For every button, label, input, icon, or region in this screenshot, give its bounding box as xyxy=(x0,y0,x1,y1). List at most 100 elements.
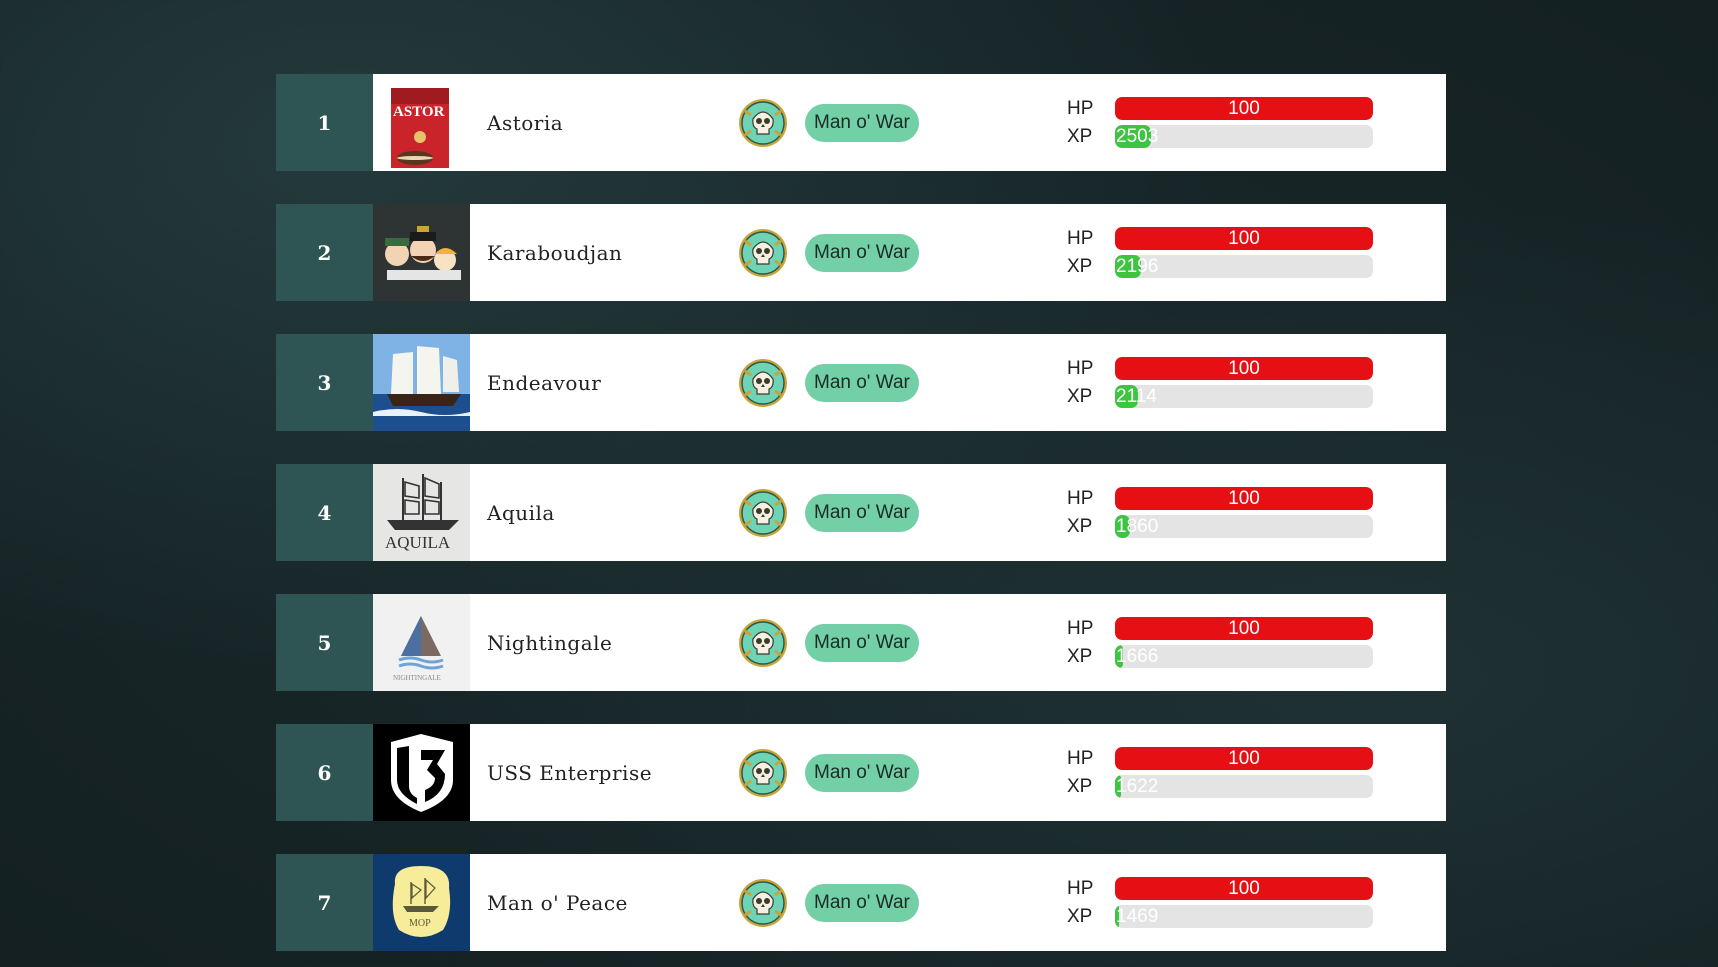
ship-class-badge: Man o' War xyxy=(805,493,919,532)
ship-class-badge: Man o' War xyxy=(805,883,919,922)
rank-number: 5 xyxy=(276,594,373,691)
ship-stats: HP 100 XP 2503 xyxy=(1067,74,1446,171)
svg-text:AQUILA: AQUILA xyxy=(385,533,451,552)
hp-value: 100 xyxy=(1228,747,1260,769)
hp-label: HP xyxy=(1067,877,1094,899)
ship-class: Man o' War xyxy=(737,724,1067,821)
ship-name: Aquila xyxy=(487,500,555,525)
hp-stat: HP 100 xyxy=(1067,875,1446,903)
hp-label: HP xyxy=(1067,617,1094,639)
ship-leaderboard: 1 ASTOR Astoria Man o' War HP 100 XP 250… xyxy=(276,74,1446,967)
ship-name: Karaboudjan xyxy=(487,240,623,265)
xp-value: 1860 xyxy=(1116,515,1159,537)
svg-text:MOP: MOP xyxy=(409,918,431,929)
xp-stat: XP 2503 xyxy=(1067,123,1446,151)
hp-bar: 100 xyxy=(1115,97,1373,120)
ship-name: USS Enterprise xyxy=(487,760,653,785)
hp-label: HP xyxy=(1067,97,1094,119)
xp-value: 2503 xyxy=(1116,125,1159,147)
ship-class: Man o' War xyxy=(737,74,1067,171)
ship-class: Man o' War xyxy=(737,204,1067,301)
xp-value: 1469 xyxy=(1116,905,1159,927)
ship-row[interactable]: 3 Endeavour Man o' War HP 100 XP 2114 xyxy=(276,334,1446,431)
ship-row[interactable]: 7 MOP Man o' Peace Man o' War HP 100 XP … xyxy=(276,854,1446,951)
ship-name: Endeavour xyxy=(487,370,602,395)
xp-bar: 1622 xyxy=(1115,775,1373,798)
hp-value: 100 xyxy=(1228,357,1260,379)
ship-stats: HP 100 XP 2114 xyxy=(1067,334,1446,431)
ship-class: Man o' War xyxy=(737,334,1067,431)
ship-stats: HP 100 XP 1469 xyxy=(1067,854,1446,951)
hp-stat: HP 100 xyxy=(1067,615,1446,643)
ship-row[interactable]: 2 Karaboudjan Man o' War HP 100 XP 2196 xyxy=(276,204,1446,301)
ship-class: Man o' War xyxy=(737,464,1067,561)
xp-label: XP xyxy=(1067,255,1093,277)
xp-bar: 1666 xyxy=(1115,645,1373,668)
xp-label: XP xyxy=(1067,905,1093,927)
hp-bar: 100 xyxy=(1115,487,1373,510)
xp-stat: XP 1469 xyxy=(1067,903,1446,931)
ship-name: Man o' Peace xyxy=(487,890,628,915)
hp-value: 100 xyxy=(1228,97,1260,119)
skull-emblem-icon xyxy=(737,747,789,799)
hp-value: 100 xyxy=(1228,617,1260,639)
ship-class-badge: Man o' War xyxy=(805,233,919,272)
ship-row[interactable]: 5 NIGHTINGALE Nightingale Man o' War HP … xyxy=(276,594,1446,691)
rank-number: 1 xyxy=(276,74,373,171)
hp-bar: 100 xyxy=(1115,617,1373,640)
xp-stat: XP 1666 xyxy=(1067,643,1446,671)
xp-value: 1622 xyxy=(1116,775,1159,797)
hp-value: 100 xyxy=(1228,877,1260,899)
ship-row[interactable]: 1 ASTOR Astoria Man o' War HP 100 XP 250… xyxy=(276,74,1446,171)
hp-label: HP xyxy=(1067,357,1094,379)
hp-stat: HP 100 xyxy=(1067,485,1446,513)
hp-stat: HP 100 xyxy=(1067,745,1446,773)
ship-class-badge: Man o' War xyxy=(805,363,919,402)
endeavour-logo xyxy=(373,334,470,431)
xp-stat: XP 1860 xyxy=(1067,513,1446,541)
skull-emblem-icon xyxy=(737,227,789,279)
xp-stat: XP 1622 xyxy=(1067,773,1446,801)
ship-stats: HP 100 XP 1860 xyxy=(1067,464,1446,561)
aquila-logo: AQUILA xyxy=(373,464,470,561)
hp-bar: 100 xyxy=(1115,357,1373,380)
ship-stats: HP 100 XP 2196 xyxy=(1067,204,1446,301)
ship-class: Man o' War xyxy=(737,854,1067,951)
ship-stats: HP 100 XP 1622 xyxy=(1067,724,1446,821)
xp-stat: XP 2196 xyxy=(1067,253,1446,281)
ship-class-badge: Man o' War xyxy=(805,753,919,792)
xp-bar: 2196 xyxy=(1115,255,1373,278)
ship-row[interactable]: 4 AQUILA Aquila Man o' War HP 100 XP 186… xyxy=(276,464,1446,561)
hp-label: HP xyxy=(1067,747,1094,769)
karaboudjan-logo xyxy=(373,204,470,301)
xp-label: XP xyxy=(1067,125,1093,147)
skull-emblem-icon xyxy=(737,357,789,409)
xp-bar: 2114 xyxy=(1115,385,1373,408)
xp-label: XP xyxy=(1067,775,1093,797)
ship-class-badge: Man o' War xyxy=(805,623,919,662)
ship-name: Nightingale xyxy=(487,630,613,655)
hp-value: 100 xyxy=(1228,487,1260,509)
xp-label: XP xyxy=(1067,515,1093,537)
rank-number: 4 xyxy=(276,464,373,561)
ship-row[interactable]: 6 USS Enterprise Man o' War HP 100 XP 16… xyxy=(276,724,1446,821)
xp-value: 2114 xyxy=(1116,385,1157,407)
skull-emblem-icon xyxy=(737,617,789,669)
xp-value: 1666 xyxy=(1116,645,1159,667)
hp-bar: 100 xyxy=(1115,227,1373,250)
xp-bar: 1469 xyxy=(1115,905,1373,928)
hp-label: HP xyxy=(1067,227,1094,249)
rank-number: 3 xyxy=(276,334,373,431)
svg-text:NIGHTINGALE: NIGHTINGALE xyxy=(393,674,441,682)
hp-value: 100 xyxy=(1228,227,1260,249)
hp-stat: HP 100 xyxy=(1067,95,1446,123)
rank-number: 6 xyxy=(276,724,373,821)
hp-bar: 100 xyxy=(1115,877,1373,900)
skull-emblem-icon xyxy=(737,487,789,539)
rank-number: 2 xyxy=(276,204,373,301)
hp-stat: HP 100 xyxy=(1067,355,1446,383)
ship-stats: HP 100 XP 1666 xyxy=(1067,594,1446,691)
hp-stat: HP 100 xyxy=(1067,225,1446,253)
nightingale-logo: NIGHTINGALE xyxy=(373,594,470,691)
xp-label: XP xyxy=(1067,385,1093,407)
